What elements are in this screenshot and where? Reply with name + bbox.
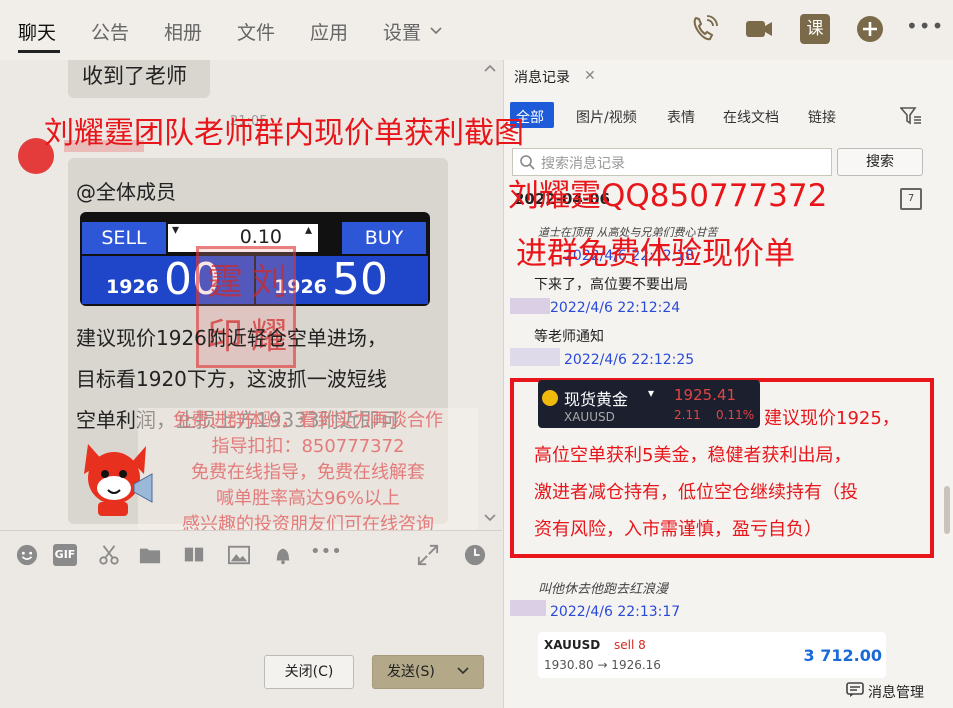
promo-line: 免费进群体验，看到实力再谈合作	[173, 410, 443, 431]
watermark-title: 刘耀霆团队老师群内现价单获利截图	[44, 116, 524, 151]
stamp-char: 刘	[251, 262, 288, 303]
fox-megaphone-sticker	[84, 444, 153, 516]
message-manage-label[interactable]: 消息管理	[868, 682, 924, 702]
scroll-up-icon[interactable]	[484, 64, 496, 72]
lot-down-icon: ▾	[172, 222, 180, 238]
promo-text: 免费进群体验，看到实力再谈合作 指导扣扣：850777372 免费在线指导，免费…	[138, 408, 478, 530]
filter-tab-media[interactable]: 图片/视频	[576, 107, 637, 127]
note-line: 激进者减仓持有，低位空仓继续持有（投	[534, 482, 858, 503]
message-text: 等老师通知	[534, 329, 604, 345]
watermark-join: 进群免费体验现价单	[516, 236, 795, 272]
filter-tab-docs[interactable]: 在线文档	[723, 107, 779, 127]
tab-announcement[interactable]: 公告	[91, 18, 129, 45]
trade-result-card[interactable]: XAUUSD sell 8 1930.80 → 1926.16 3 712.00	[538, 632, 886, 678]
phone-call-icon[interactable]	[689, 14, 719, 44]
sell-price-small: 1926	[106, 276, 159, 298]
mention-all-text: @全体成员	[76, 180, 176, 204]
trade-symbol: XAUUSD	[544, 638, 601, 652]
promo-line: 指导扣扣：850777372	[211, 436, 405, 457]
chevron-down-icon[interactable]	[430, 27, 442, 35]
panel-title: 消息记录	[514, 70, 570, 86]
note-line: 资有风险，入市需谨慎，盈亏自负）	[534, 519, 822, 540]
more-tools-icon[interactable]: •••	[310, 541, 342, 562]
scroll-down-icon[interactable]	[484, 514, 496, 522]
note-line: 建议现价1925，	[764, 408, 900, 429]
top-nav-bar: 聊天 公告 相册 文件 应用 设置 课 •••	[0, 0, 953, 61]
message-text: 收到了老师	[82, 64, 187, 88]
add-circle-icon[interactable]	[855, 14, 885, 44]
note-line: 高位空单获利5美金，稳健者获利出局，	[534, 445, 852, 466]
filter-icon[interactable]	[900, 106, 922, 126]
divider	[0, 530, 502, 531]
advice-line: 目标看1920下方，这波抓一波短线	[76, 367, 387, 391]
buy-price-big: 50	[332, 254, 388, 305]
stamp-char: 霆	[207, 262, 244, 303]
send-label: 发送(S)	[387, 664, 435, 680]
emoji-icon[interactable]	[15, 544, 39, 566]
trade-route: 1930.80 → 1926.16	[544, 658, 661, 672]
message-text: 下来了，高位要不要出局	[534, 277, 688, 293]
lot-up-icon: ▴	[304, 222, 312, 238]
quote-icon[interactable]	[182, 544, 206, 566]
sender-name-blurred	[510, 600, 546, 616]
more-options-icon[interactable]: •••	[906, 14, 944, 38]
history-tab-header[interactable]: 消息记录 ✕	[504, 60, 604, 90]
send-button[interactable]: 发送(S)	[372, 655, 484, 689]
scrollbar-thumb[interactable]	[944, 486, 950, 534]
filter-tab-links[interactable]: 链接	[808, 107, 836, 127]
active-tab-indicator	[18, 50, 60, 53]
filter-tab-stickers[interactable]: 表情	[667, 107, 695, 127]
tab-album[interactable]: 相册	[164, 18, 202, 45]
bell-icon[interactable]	[271, 544, 295, 566]
analyst-note: 建议现价1925， 高位空单获利5美金，稳健者获利出局， 激进者减仓持有，低位空…	[534, 400, 934, 548]
cursive-note: 叫他休去他跑去红浪漫	[538, 582, 669, 597]
promo-line: 喊单胜率高达96%以上	[215, 488, 400, 509]
search-icon	[520, 155, 535, 170]
tab-settings[interactable]: 设置	[383, 18, 421, 45]
promo-line: 免费在线指导，免费在线解套	[191, 462, 425, 483]
folder-icon[interactable]	[138, 544, 162, 566]
history-clock-icon[interactable]	[463, 544, 487, 566]
chevron-down-icon[interactable]	[457, 667, 469, 675]
message-history-panel: 消息记录 ✕ 全部 图片/视频 表情 在线文档 链接 搜索消息记录 搜索 202…	[503, 60, 953, 708]
video-call-icon[interactable]	[744, 14, 774, 44]
watermark-qq: 刘耀霆QQ850777372	[508, 178, 828, 214]
promo-line: 感兴趣的投资朋友们可在线咨询	[182, 514, 434, 530]
course-icon[interactable]: 课	[800, 14, 830, 44]
close-button[interactable]: 关闭(C)	[264, 655, 354, 689]
sender-name-blurred	[510, 298, 550, 314]
trade-profit: 3 712.00	[803, 646, 882, 665]
tab-apps[interactable]: 应用	[310, 18, 348, 45]
tab-files[interactable]: 文件	[237, 18, 275, 45]
message-manage-icon[interactable]	[846, 682, 864, 698]
promo-overlay: 免费进群体验，看到实力再谈合作 指导扣扣：850777372 免费在线指导，免费…	[138, 408, 478, 530]
scissors-icon[interactable]	[97, 544, 121, 566]
close-icon[interactable]: ✕	[584, 68, 596, 84]
calendar-icon[interactable]: 7	[900, 188, 922, 210]
tab-chat[interactable]: 聊天	[18, 18, 56, 45]
gif-icon[interactable]: GIF	[53, 544, 77, 566]
trade-side: sell 8	[614, 638, 646, 652]
message-bubble: 收到了老师	[68, 60, 210, 98]
timestamp: 2022/4/6 22:12:25	[564, 352, 695, 368]
search-button[interactable]: 搜索	[837, 148, 923, 176]
expand-icon[interactable]	[416, 544, 440, 566]
sell-label: SELL	[82, 222, 166, 254]
chevron-down-icon: ▾	[648, 386, 655, 400]
timestamp: 2022/4/6 22:13:17	[550, 604, 681, 620]
image-icon[interactable]	[227, 544, 251, 566]
timestamp: 2022/4/6 22:12:24	[550, 300, 681, 316]
buy-label: BUY	[342, 222, 426, 254]
advice-line: 建议现价1926附近轻仓空单进场，	[76, 326, 387, 350]
lot-value: 0.10	[239, 226, 282, 248]
sender-name-blurred	[510, 348, 560, 366]
